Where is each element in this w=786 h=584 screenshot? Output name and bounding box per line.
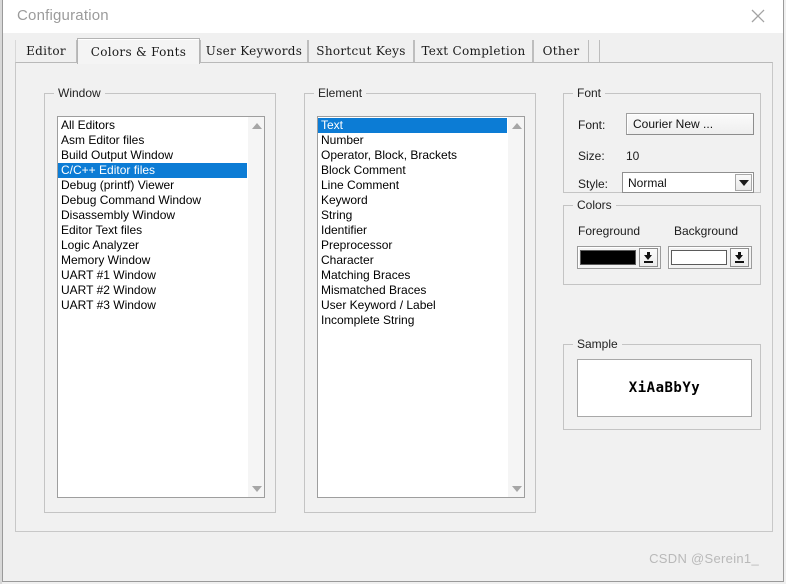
tab-editor[interactable]: Editor — [15, 40, 77, 62]
window-group: Window All Editors Asm Editor files Buil… — [44, 86, 276, 513]
tab-user-keywords-label: User Keywords — [205, 44, 303, 58]
list-item[interactable]: Identifier — [318, 223, 507, 238]
font-style-combobox[interactable]: Normal — [622, 172, 754, 193]
window-listbox-items: All Editors Asm Editor files Build Outpu… — [58, 117, 247, 497]
list-item[interactable]: Matching Braces — [318, 268, 507, 283]
background-color-dropdown-button[interactable] — [730, 248, 749, 267]
scroll-down-button[interactable] — [248, 480, 264, 497]
triangle-down-icon — [251, 485, 262, 492]
font-style-dropdown-button[interactable] — [735, 174, 752, 191]
list-item[interactable]: Mismatched Braces — [318, 283, 507, 298]
list-item[interactable]: Block Comment — [318, 163, 507, 178]
title-bar: Configuration — [3, 0, 783, 33]
background-color-swatch — [671, 250, 727, 265]
font-picker-button[interactable]: Courier New ... — [626, 113, 754, 135]
tab-shortcut-keys[interactable]: Shortcut Keys — [308, 40, 414, 62]
colors-group-label: Colors — [573, 198, 616, 212]
font-size-label: Size: — [578, 149, 605, 163]
scroll-up-button[interactable] — [508, 117, 524, 134]
foreground-color-picker[interactable] — [577, 246, 661, 269]
list-item[interactable]: Operator, Block, Brackets — [318, 148, 507, 163]
element-group: Element Text Number Operator, Block, Bra… — [304, 86, 536, 513]
list-item[interactable]: Debug (printf) Viewer — [58, 178, 247, 193]
configuration-dialog: Configuration Editor Colors & Fonts User… — [0, 0, 786, 584]
list-item[interactable]: Build Output Window — [58, 148, 247, 163]
tab-strip: Editor Colors & Fonts User Keywords Shor… — [15, 38, 773, 64]
colors-group: Colors Foreground Background — [563, 198, 761, 285]
element-listbox[interactable]: Text Number Operator, Block, Brackets Bl… — [317, 116, 525, 498]
list-item-selected[interactable]: Text — [318, 118, 507, 133]
list-item[interactable]: Editor Text files — [58, 223, 247, 238]
list-item[interactable]: Number — [318, 133, 507, 148]
window-frame: Configuration Editor Colors & Fonts User… — [2, 0, 784, 582]
scroll-up-button[interactable] — [248, 117, 264, 134]
font-group-label: Font — [573, 86, 606, 100]
tab-shortcut-keys-label: Shortcut Keys — [316, 44, 406, 58]
color-dropdown-icon — [644, 252, 653, 263]
element-listbox-scrollbar[interactable] — [507, 117, 524, 497]
tab-colors-and-fonts[interactable]: Colors & Fonts — [77, 38, 200, 64]
window-group-label: Window — [54, 86, 105, 100]
list-item[interactable]: Asm Editor files — [58, 133, 247, 148]
triangle-down-icon — [511, 485, 522, 492]
list-item[interactable]: Memory Window — [58, 253, 247, 268]
tab-strip-end-divider — [599, 40, 600, 62]
list-item[interactable]: UART #3 Window — [58, 298, 247, 313]
tab-user-keywords[interactable]: User Keywords — [200, 40, 308, 62]
list-item[interactable]: User Keyword / Label — [318, 298, 507, 313]
tab-colors-and-fonts-label: Colors & Fonts — [90, 44, 187, 59]
tab-editor-label: Editor — [26, 44, 66, 58]
foreground-color-dropdown-button[interactable] — [639, 248, 658, 267]
list-item[interactable]: Incomplete String — [318, 313, 507, 328]
font-size-value: 10 — [626, 149, 640, 163]
watermark-text: CSDN @Serein1_ — [649, 551, 759, 566]
scroll-down-button[interactable] — [508, 480, 524, 497]
background-color-picker[interactable] — [668, 246, 752, 269]
sample-preview-text: XiAaBbYy — [628, 380, 701, 396]
sample-group-label: Sample — [573, 337, 622, 351]
triangle-up-icon — [251, 122, 262, 129]
tab-text-completion[interactable]: Text Completion — [414, 40, 533, 62]
list-item[interactable]: Debug Command Window — [58, 193, 247, 208]
font-style-label: Style: — [578, 177, 609, 191]
list-item[interactable]: Character — [318, 253, 507, 268]
dialog-footer: CSDN @Serein1_ — [15, 532, 773, 580]
font-picker-value: Courier New ... — [633, 117, 714, 131]
list-item[interactable]: All Editors — [58, 118, 247, 133]
close-icon — [750, 8, 766, 24]
colors-and-fonts-panel: Window All Editors Asm Editor files Buil… — [15, 62, 773, 532]
font-group: Font Font: Courier New ... Size: 10 Styl… — [563, 86, 761, 193]
list-item[interactable]: Line Comment — [318, 178, 507, 193]
list-item[interactable]: Logic Analyzer — [58, 238, 247, 253]
tab-text-completion-label: Text Completion — [421, 44, 526, 58]
foreground-color-swatch — [580, 250, 636, 265]
list-item[interactable]: UART #1 Window — [58, 268, 247, 283]
list-item-selected[interactable]: C/C++ Editor files — [58, 163, 247, 178]
foreground-label: Foreground — [578, 224, 641, 238]
window-listbox[interactable]: All Editors Asm Editor files Build Outpu… — [57, 116, 265, 498]
list-item[interactable]: UART #2 Window — [58, 283, 247, 298]
sample-preview-box: XiAaBbYy — [577, 359, 752, 417]
triangle-up-icon — [511, 122, 522, 129]
list-item[interactable]: Keyword — [318, 193, 507, 208]
tab-other[interactable]: Other — [533, 40, 589, 62]
list-item[interactable]: Preprocessor — [318, 238, 507, 253]
close-button[interactable] — [737, 2, 779, 30]
list-item[interactable]: Disassembly Window — [58, 208, 247, 223]
window-listbox-scrollbar[interactable] — [247, 117, 264, 497]
tab-other-label: Other — [542, 44, 580, 58]
background-label: Background — [674, 224, 739, 238]
window-title: Configuration — [17, 7, 109, 24]
chevron-down-icon — [738, 179, 749, 186]
sample-group: Sample XiAaBbYy — [563, 337, 761, 430]
font-name-label: Font: — [578, 118, 606, 132]
font-style-value: Normal — [628, 175, 667, 190]
element-listbox-items: Text Number Operator, Block, Brackets Bl… — [318, 117, 507, 497]
element-group-label: Element — [314, 86, 367, 100]
list-item[interactable]: String — [318, 208, 507, 223]
color-dropdown-icon — [735, 252, 744, 263]
